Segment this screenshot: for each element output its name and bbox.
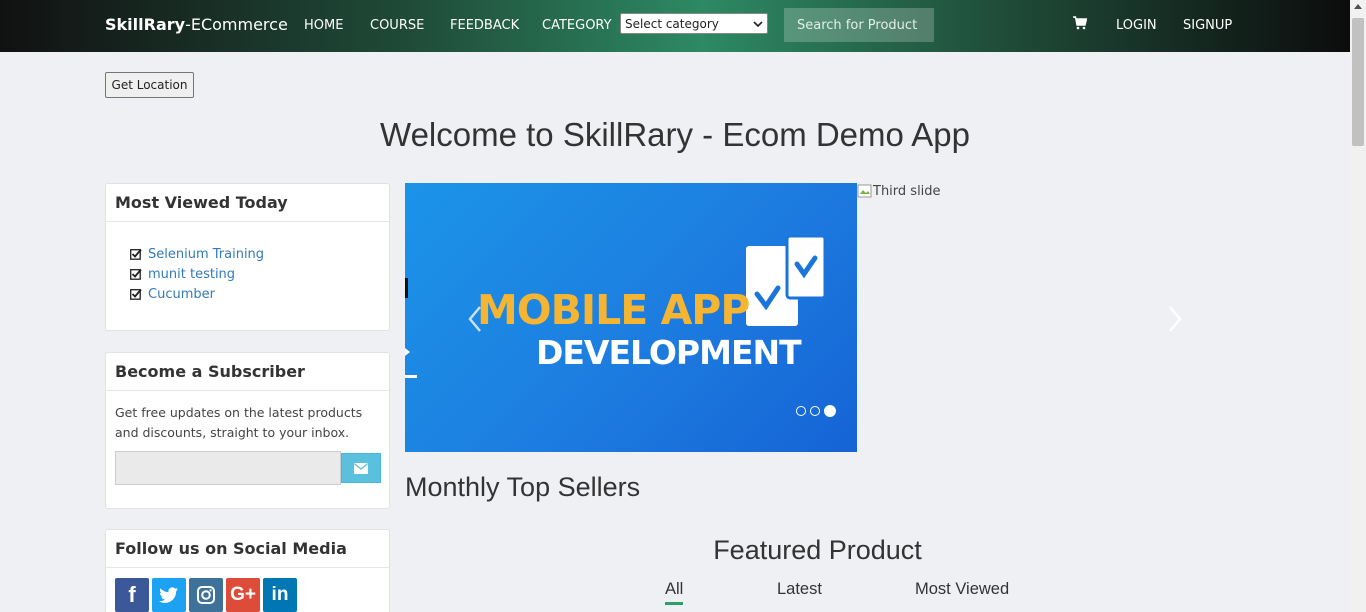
most-viewed-title: Most Viewed Today — [106, 184, 389, 222]
category-select-value: Select category — [625, 16, 719, 31]
most-viewed-list: Selenium Training munit testing Cucumber — [106, 222, 389, 304]
google-plus-icon[interactable]: G+ — [226, 578, 260, 612]
monthly-top-sellers-heading: Monthly Top Sellers — [405, 472, 641, 502]
mobile-check-icon — [746, 236, 827, 326]
tab-all[interactable]: All — [665, 580, 684, 605]
envelope-icon — [354, 462, 368, 474]
page-title: Welcome to SkillRary - Ecom Demo App — [380, 116, 970, 153]
search-input[interactable] — [784, 8, 934, 42]
linkedin-icon[interactable]: in — [263, 578, 297, 612]
hero-carousel[interactable]: MOBILE APP DEVELOPMENT Third slide — [405, 183, 1245, 452]
category-select[interactable]: Select category — [620, 13, 768, 34]
broken-image-alt: Third slide — [873, 183, 941, 199]
instagram-icon[interactable] — [189, 578, 223, 612]
subscribe-email-input[interactable] — [115, 451, 341, 485]
nav-home[interactable]: HOME — [304, 18, 343, 33]
list-item: Cucumber — [130, 284, 389, 304]
checkbox-checked-icon — [130, 268, 142, 280]
top-navbar: SkillRary-ECommerce HOME COURSE FEEDBACK… — [0, 0, 1350, 52]
chevron-down-icon — [753, 20, 763, 27]
carousel-indicators — [796, 405, 836, 417]
subscribe-button[interactable] — [341, 453, 381, 483]
facebook-icon[interactable]: f — [115, 578, 149, 612]
featured-product-heading: Featured Product — [713, 535, 922, 565]
carousel-indicator[interactable] — [810, 406, 820, 416]
chevron-right-icon[interactable] — [1167, 305, 1183, 333]
subscriber-panel: Become a Subscriber Get free updates on … — [105, 352, 390, 509]
list-item: munit testing — [130, 264, 389, 284]
nav-feedback[interactable]: FEEDBACK — [450, 18, 519, 33]
broken-image: Third slide — [857, 183, 941, 199]
most-viewed-link[interactable]: munit testing — [148, 267, 235, 282]
slide-heading: MOBILE APP — [477, 286, 750, 334]
tab-latest[interactable]: Latest — [777, 580, 822, 599]
social-panel: Follow us on Social Media f G+ in — [105, 529, 390, 612]
broken-image-icon — [857, 184, 872, 198]
social-links: f G+ in — [115, 578, 297, 612]
subscriber-title: Become a Subscriber — [106, 353, 389, 391]
checkbox-checked-icon — [130, 248, 142, 260]
page-scrollbar[interactable] — [1350, 0, 1366, 612]
most-viewed-panel: Most Viewed Today Selenium Training muni… — [105, 183, 390, 331]
get-location-button[interactable]: Get Location — [105, 72, 194, 98]
brand-logo[interactable]: SkillRary-ECommerce — [105, 15, 288, 34]
subscriber-description: Get free updates on the latest products … — [115, 405, 363, 440]
scroll-thumb[interactable] — [1352, 18, 1364, 146]
slide-edge-fragment — [405, 278, 417, 378]
slide-subheading: DEVELOPMENT — [536, 333, 802, 372]
checkbox-checked-icon — [130, 288, 142, 300]
subscribe-form — [115, 451, 381, 485]
twitter-icon[interactable] — [152, 578, 186, 612]
most-viewed-link[interactable]: Cucumber — [148, 287, 215, 302]
chevron-left-icon[interactable] — [467, 305, 483, 333]
nav-course[interactable]: COURSE — [370, 18, 424, 33]
signup-link[interactable]: SIGNUP — [1183, 18, 1232, 33]
most-viewed-link[interactable]: Selenium Training — [148, 247, 264, 262]
scroll-up-arrow-icon[interactable] — [1354, 4, 1362, 9]
list-item: Selenium Training — [130, 244, 389, 264]
carousel-indicator-active[interactable] — [824, 405, 836, 417]
nav-category[interactable]: CATEGORY — [542, 18, 612, 33]
social-title: Follow us on Social Media — [106, 530, 389, 568]
tab-most-viewed[interactable]: Most Viewed — [915, 580, 1009, 599]
shopping-cart-icon[interactable] — [1073, 16, 1087, 30]
carousel-indicator[interactable] — [796, 406, 806, 416]
login-link[interactable]: LOGIN — [1116, 18, 1157, 33]
